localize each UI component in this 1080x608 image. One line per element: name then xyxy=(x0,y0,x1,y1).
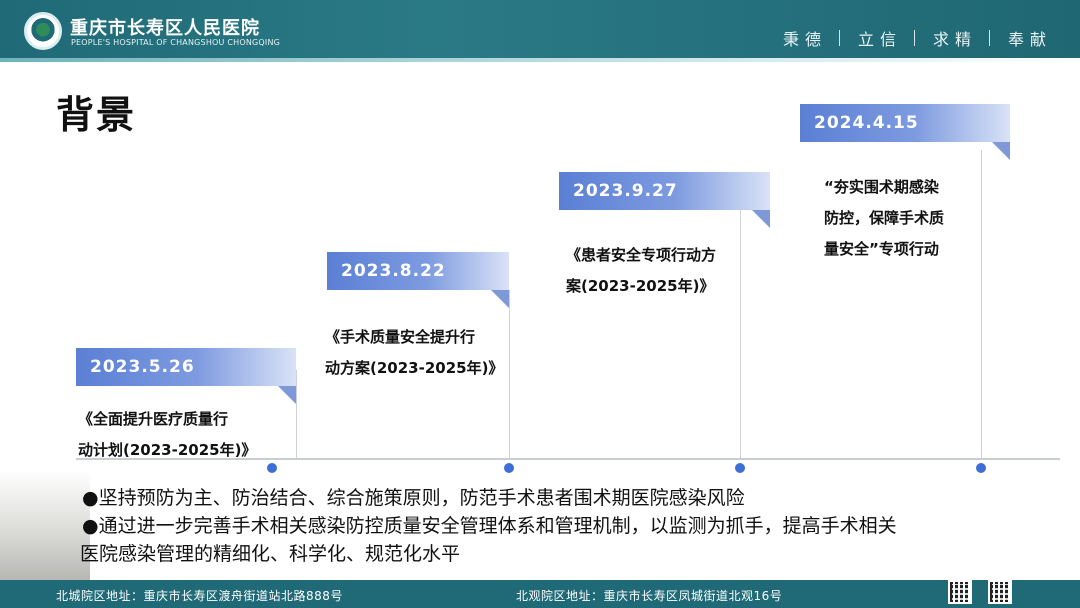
milestone-plan: “夯实围术期感染 防控，保障手术质 量安全”专项行动 xyxy=(824,172,944,265)
timeline-connector xyxy=(296,370,297,460)
timeline-dot xyxy=(735,463,745,473)
motto-list: 秉德 立信 求精 奉献 xyxy=(783,26,1052,50)
motto-item: 求精 xyxy=(932,30,977,49)
timeline-connector xyxy=(981,150,982,460)
milestone-plan: 《手术质量安全提升行 动方案(2023-2025年)》 xyxy=(325,322,503,384)
qr-code-icon xyxy=(988,580,1012,604)
plan-line: 动方案(2023-2025年)》 xyxy=(325,359,504,377)
motto-item: 奉献 xyxy=(1007,30,1052,49)
timeline-dot xyxy=(504,463,514,473)
motto-divider xyxy=(988,30,990,46)
timeline-dot xyxy=(976,463,986,473)
footer-bar: 北城院区地址：重庆市长寿区渡舟街道站北路888号 北观院区地址：重庆市长寿区凤城… xyxy=(0,580,1080,608)
background-photo xyxy=(0,470,90,580)
header-bar: 重庆市长寿区人民医院 PEOPLE'S HOSPITAL OF CHANGSHO… xyxy=(0,0,1080,62)
milestone-plan: 《患者安全专项行动方 案(2023-2025年)》 xyxy=(566,240,716,302)
hospital-name-cn: 重庆市长寿区人民医院 xyxy=(70,18,260,39)
milestone-date: 2024.4.15 xyxy=(800,104,1010,160)
hospital-name-en: PEOPLE'S HOSPITAL OF CHANGSHOU CHONGQING xyxy=(71,38,281,47)
plan-line: “夯实围术期感染 xyxy=(824,178,939,196)
bullet-item-continuation: 医院感染管理的精细化、科学化、规范化水平 xyxy=(80,543,461,565)
bullet-item: ●坚持预防为主、防治结合、综合施策原则，防范手术患者围术期医院感染风险 xyxy=(82,487,745,509)
bullet-item: ●通过进一步完善手术相关感染防控质量安全管理体系和管理机制，以监测为抓手，提高手… xyxy=(82,515,897,537)
plan-line: 量安全”专项行动 xyxy=(824,240,939,258)
plan-line: 防控，保障手术质 xyxy=(824,209,945,227)
plan-line: 《手术质量安全提升行 xyxy=(325,328,476,346)
address-north-city: 北城院区地址：重庆市长寿区渡舟街道站北路888号 xyxy=(56,589,343,603)
motto-divider xyxy=(838,30,840,46)
milestone-date: 2023.8.22 xyxy=(327,252,509,308)
motto-item: 立信 xyxy=(857,30,902,49)
milestone-plan: 《全面提升医疗质量行 动计划(2023-2025年)》 xyxy=(78,404,256,466)
hospital-logo-icon xyxy=(24,12,62,50)
motto-divider xyxy=(913,30,915,46)
address-north-view: 北观院区地址：重庆市长寿区凤城街道北观16号 xyxy=(516,589,783,603)
bullet-list: ●坚持预防为主、防治结合、综合施策原则，防范手术患者围术期医院感染风险 ●通过进… xyxy=(80,484,1062,568)
plan-line: 《全面提升医疗质量行 xyxy=(78,410,229,428)
plan-line: 案(2023-2025年)》 xyxy=(566,277,715,295)
milestone-date: 2023.9.27 xyxy=(559,172,770,228)
motto-item: 秉德 xyxy=(782,30,827,49)
qr-code-icon xyxy=(948,580,972,604)
plan-line: 动计划(2023-2025年)》 xyxy=(78,441,257,459)
milestone-date: 2023.5.26 xyxy=(76,348,296,404)
page-title: 背景 xyxy=(56,93,137,137)
timeline-connector xyxy=(509,290,510,460)
timeline-connector xyxy=(740,210,741,460)
plan-line: 《患者安全专项行动方 xyxy=(566,246,717,264)
timeline-dot xyxy=(267,463,277,473)
